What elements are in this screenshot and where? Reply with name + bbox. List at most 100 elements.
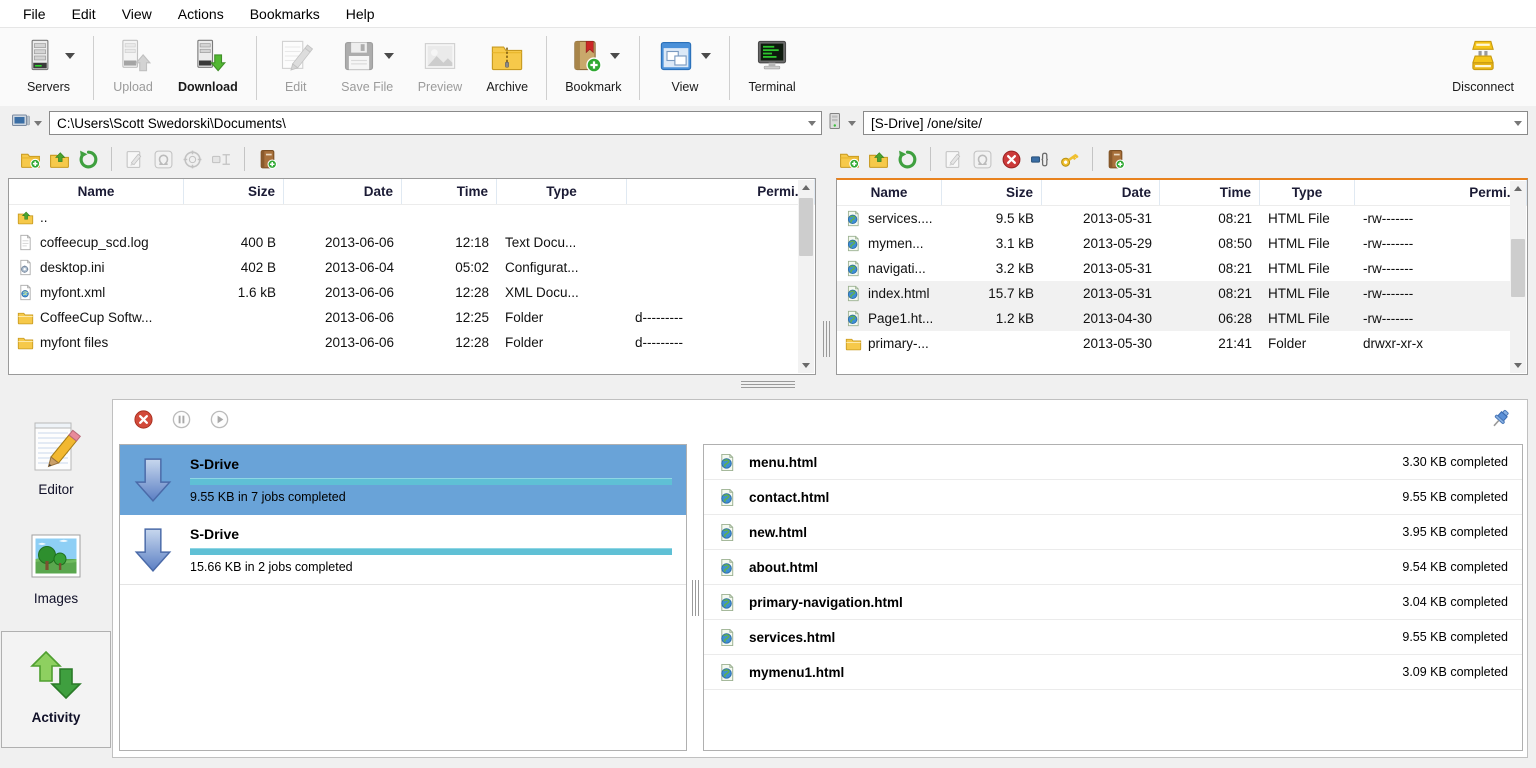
list-item[interactable]: menu.html3.30 KB completed [704, 445, 1522, 480]
table-row[interactable]: coffeecup_scd.log400 B2013-06-0612:18Tex… [9, 230, 798, 255]
toolbar-button-edit[interactable]: Edit [263, 32, 329, 104]
local-drive-button[interactable] [8, 109, 45, 138]
list-item[interactable]: about.html9.54 KB completed [704, 550, 1522, 585]
omega-button[interactable] [968, 147, 997, 172]
new-folder-button[interactable] [16, 147, 45, 172]
scrollbar-thumb[interactable] [799, 198, 813, 256]
parent-folder-button[interactable] [45, 147, 74, 172]
menu-item-file[interactable]: File [10, 0, 59, 28]
table-row[interactable]: mymen...3.1 kB2013-05-2908:50HTML File-r… [837, 231, 1510, 256]
combobox-dropdown-button[interactable] [1509, 112, 1527, 134]
combobox-dropdown-button[interactable] [803, 112, 821, 134]
pause-transfer-button[interactable] [171, 409, 192, 435]
toolbar-button-disconnect[interactable]: Disconnect [1440, 32, 1526, 104]
refresh-button[interactable] [74, 147, 103, 172]
table-row[interactable]: Page1.ht...1.2 kB2013-04-3006:28HTML Fil… [837, 306, 1510, 331]
delete-button[interactable] [997, 147, 1026, 172]
column-header-type[interactable]: Type [497, 179, 627, 204]
table-row[interactable]: primary-...2013-05-3021:41Folderdrwxr-xr… [837, 331, 1510, 356]
column-header-permissions[interactable]: Permi... [627, 179, 815, 204]
toolbar-button-save-file[interactable]: Save File [329, 32, 406, 104]
add-bookmark-button[interactable] [1101, 147, 1130, 172]
sidebar-item-editor[interactable]: Editor [6, 407, 106, 508]
scroll-down-button[interactable] [1510, 358, 1526, 373]
chevron-down-icon[interactable] [848, 121, 856, 126]
table-row[interactable]: myfont files2013-06-0612:28Folderd------… [9, 330, 798, 355]
table-row[interactable]: myfont.xml1.6 kB2013-06-0612:28XML Docu.… [9, 280, 798, 305]
list-item[interactable]: services.html9.55 KB completed [704, 620, 1522, 655]
chevron-down-icon[interactable] [610, 53, 620, 59]
toolbar-button-preview[interactable]: Preview [406, 32, 474, 104]
rename-button[interactable] [939, 147, 968, 172]
column-header-time[interactable]: Time [402, 179, 497, 204]
cancel-transfer-button[interactable] [133, 409, 154, 435]
column-header-type[interactable]: Type [1260, 180, 1355, 205]
column-header-name[interactable]: Name [837, 180, 942, 205]
transfer-item[interactable]: S-Drive15.66 KB in 2 jobs completed [120, 515, 686, 585]
resume-transfer-button[interactable] [209, 409, 230, 435]
toolbar-button-terminal[interactable]: Terminal [736, 32, 807, 104]
label-button[interactable] [207, 147, 236, 172]
table-row[interactable]: index.html15.7 kB2013-05-3108:21HTML Fil… [837, 281, 1510, 306]
remote-scrollbar[interactable] [1510, 181, 1526, 373]
column-header-name[interactable]: Name [9, 179, 184, 204]
text-cursor-button[interactable] [1026, 147, 1055, 172]
toolbar-button-upload[interactable]: Upload [100, 32, 166, 104]
scroll-down-button[interactable] [798, 358, 814, 373]
chevron-down-icon[interactable] [34, 121, 42, 126]
menu-item-edit[interactable]: Edit [59, 0, 109, 28]
sidebar-item-activity[interactable]: Activity [1, 631, 111, 748]
toolbar-button-bookmark[interactable]: Bookmark [553, 32, 633, 104]
toolbar-button-view[interactable]: View [646, 32, 723, 104]
chevron-down-icon[interactable] [701, 53, 711, 59]
column-header-permissions[interactable]: Permi... [1355, 180, 1527, 205]
remote-path-combobox[interactable]: [S-Drive] /one/site/ [863, 111, 1528, 135]
column-header-size[interactable]: Size [942, 180, 1042, 205]
horizontal-splitter[interactable] [0, 375, 1536, 393]
scroll-up-button[interactable] [798, 180, 814, 195]
chevron-down-icon[interactable] [384, 53, 394, 59]
toolbar-button-download[interactable]: Download [166, 32, 250, 104]
pin-button[interactable] [1489, 408, 1513, 437]
menu-item-help[interactable]: Help [333, 0, 388, 28]
target-button[interactable] [178, 147, 207, 172]
list-item[interactable]: new.html3.95 KB completed [704, 515, 1522, 550]
toolbar-button-servers[interactable]: Servers [10, 32, 87, 104]
omega-button[interactable] [149, 147, 178, 172]
column-header-time[interactable]: Time [1160, 180, 1260, 205]
scrollbar-thumb[interactable] [1511, 239, 1525, 297]
pane-splitter[interactable] [816, 178, 836, 375]
list-item[interactable]: contact.html9.55 KB completed [704, 480, 1522, 515]
sidebar-item-images[interactable]: Images [6, 516, 106, 617]
table-row[interactable]: services....9.5 kB2013-05-3108:21HTML Fi… [837, 206, 1510, 231]
new-folder-button[interactable] [835, 147, 864, 172]
file-name-cell: services.... [837, 206, 942, 231]
local-scrollbar[interactable] [798, 180, 814, 373]
chevron-down-icon[interactable] [65, 53, 75, 59]
folder-icon [17, 334, 34, 351]
table-row[interactable]: CoffeeCup Softw...2013-06-0612:25Folderd… [9, 305, 798, 330]
add-bookmark-button[interactable] [253, 147, 282, 172]
triangle-down-icon [1514, 363, 1522, 368]
rename-button[interactable] [120, 147, 149, 172]
permissions-button[interactable] [1055, 147, 1084, 172]
table-row[interactable]: navigati...3.2 kB2013-05-3108:21HTML Fil… [837, 256, 1510, 281]
column-header-date[interactable]: Date [284, 179, 402, 204]
scroll-up-button[interactable] [1510, 181, 1526, 196]
column-header-size[interactable]: Size [184, 179, 284, 204]
parent-folder-button[interactable] [864, 147, 893, 172]
remote-drive-button[interactable] [822, 109, 859, 138]
list-item[interactable]: primary-navigation.html3.04 KB completed [704, 585, 1522, 620]
column-header-date[interactable]: Date [1042, 180, 1160, 205]
table-row[interactable]: .. [9, 205, 798, 230]
list-item[interactable]: mymenu1.html3.09 KB completed [704, 655, 1522, 690]
refresh-button[interactable] [893, 147, 922, 172]
toolbar-button-archive[interactable]: Archive [474, 32, 540, 104]
activity-splitter[interactable] [687, 444, 703, 751]
transfer-item[interactable]: S-Drive9.55 KB in 7 jobs completed [120, 445, 686, 515]
local-path-combobox[interactable]: C:\Users\Scott Swedorski\Documents\ [49, 111, 822, 135]
menu-item-view[interactable]: View [109, 0, 165, 28]
menu-item-actions[interactable]: Actions [165, 0, 237, 28]
menu-item-bookmarks[interactable]: Bookmarks [237, 0, 333, 28]
table-row[interactable]: desktop.ini402 B2013-06-0405:02Configura… [9, 255, 798, 280]
